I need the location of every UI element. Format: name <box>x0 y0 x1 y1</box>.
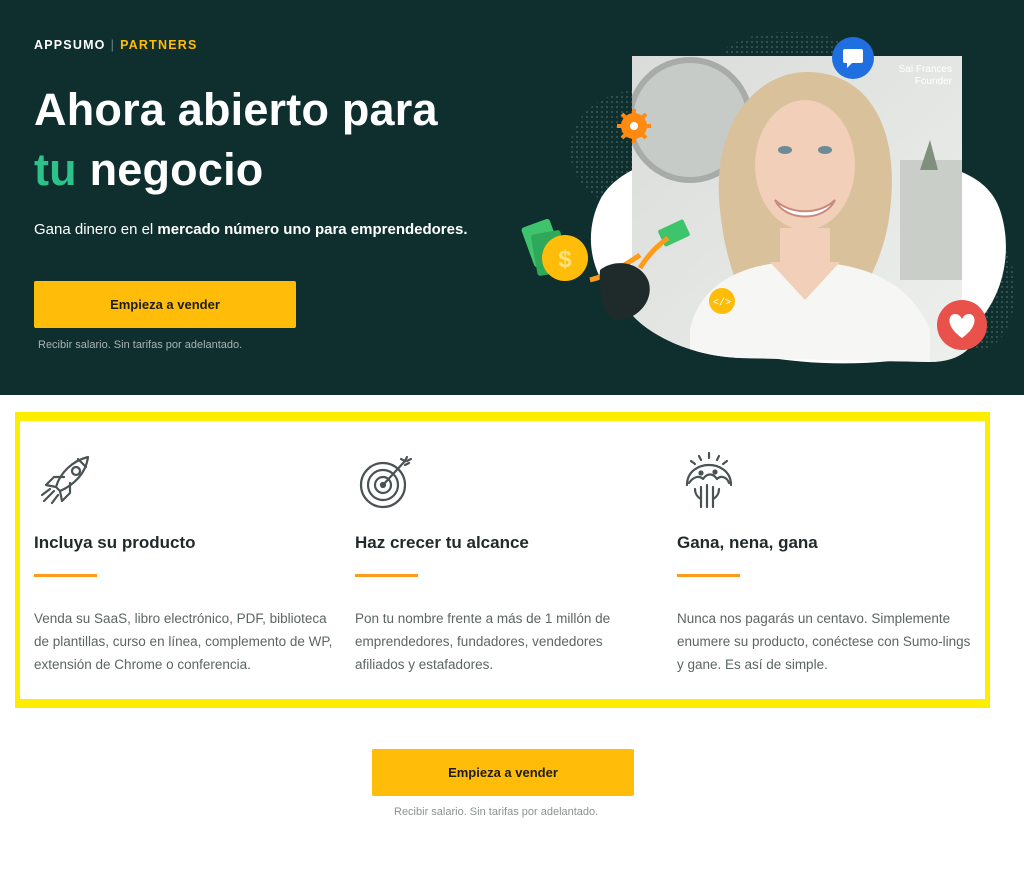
headline-accent: tu <box>34 144 77 195</box>
feature-divider <box>677 574 740 577</box>
subtitle-bold: mercado número uno para emprendedores. <box>157 221 468 238</box>
headline-line1: Ahora abierto para <box>34 84 438 135</box>
hero-section: APPSUMO | PARTNERS Ahora abierto para tu n… <box>0 0 1024 395</box>
brand-product: PARTNERS <box>120 38 198 52</box>
hero-note: Recibir salario. Sin tarifas por adelant… <box>38 339 243 351</box>
brand-separator: | <box>110 38 116 52</box>
feature-text: Pon tu nombre frente a más de 1 millón d… <box>355 611 611 672</box>
feature-title: Incluya su producto <box>34 533 196 552</box>
bottom-note: Recibir salario. Sin tarifas por adelant… <box>394 806 599 818</box>
headline-rest: negocio <box>76 144 264 195</box>
subtitle-prefix: Gana dinero en el <box>34 221 158 238</box>
founder-photo <box>632 56 972 362</box>
founder-caption: Sai Frances Founder <box>850 64 952 88</box>
founder-name: Sai Frances <box>898 64 952 75</box>
feature-title: Gana, nena, gana <box>677 533 818 552</box>
feature-divider <box>34 574 97 577</box>
rocket-icon <box>40 455 90 505</box>
start-selling-button-bottom[interactable]: Empieza a vender <box>372 749 634 796</box>
feature-title: Haz crecer tu alcance <box>355 533 529 552</box>
hero-headline: Ahora abierto para tu negocio <box>34 80 438 200</box>
start-selling-button[interactable]: Empieza a vender <box>34 281 296 328</box>
brand-logo[interactable]: APPSUMO | PARTNERS <box>34 38 198 52</box>
brand-name: APPSUMO <box>34 38 106 52</box>
target-icon <box>359 455 413 509</box>
feature-text: Venda su SaaS, libro electrónico, PDF, b… <box>34 611 333 672</box>
taco-hand-icon <box>685 451 733 509</box>
svg-text:$: $ <box>558 246 572 273</box>
feature-text: Nunca nos pagarás un centavo. Simplement… <box>677 611 971 672</box>
features-section: Incluya su producto Venda su SaaS, libro… <box>15 412 990 708</box>
hero-subtitle: Gana dinero en el mercado número uno par… <box>34 221 468 238</box>
feature-divider <box>355 574 418 577</box>
svg-text:</>: </> <box>713 297 731 309</box>
founder-role: Founder <box>914 76 952 87</box>
